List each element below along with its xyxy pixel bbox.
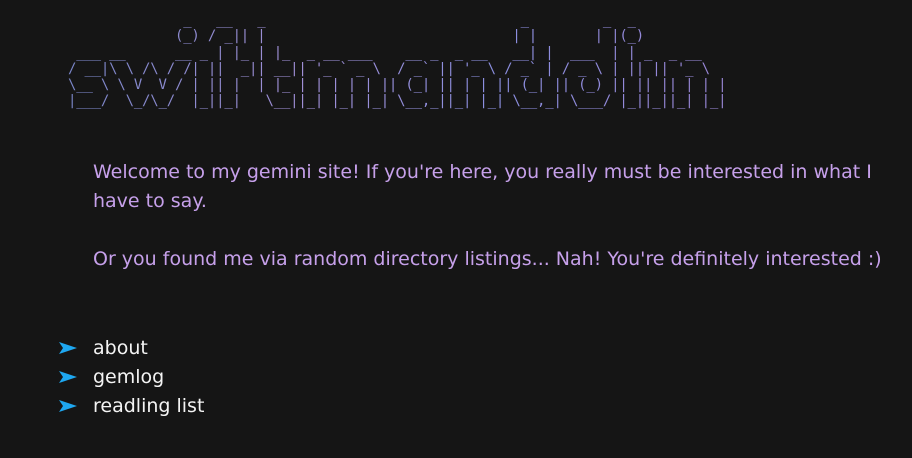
aside-paragraph: Or you found me via random directory lis… [93, 248, 882, 270]
gemini-page: _ __ _ _ _ _ (_) / _|| | | | | |(_) ___ … [0, 0, 912, 458]
arrow-right-icon [59, 370, 77, 383]
ascii-art-banner: _ __ _ _ _ _ (_) / _|| | | | | |(_) ___ … [68, 12, 727, 110]
arrow-right-icon [59, 399, 77, 412]
link-list: about gemlog readling list [58, 333, 204, 420]
link-item-gemlog: gemlog [58, 362, 204, 391]
gemlog-link[interactable]: gemlog [93, 366, 164, 388]
link-item-about: about [58, 333, 204, 362]
about-link[interactable]: about [93, 337, 148, 359]
reading-list-link[interactable]: readling list [93, 395, 204, 417]
welcome-paragraph: Welcome to my gemini site! If you're her… [93, 161, 872, 212]
intro-section: Welcome to my gemini site! If you're her… [93, 158, 883, 303]
link-item-reading-list: readling list [58, 391, 204, 420]
arrow-right-icon [59, 341, 77, 354]
